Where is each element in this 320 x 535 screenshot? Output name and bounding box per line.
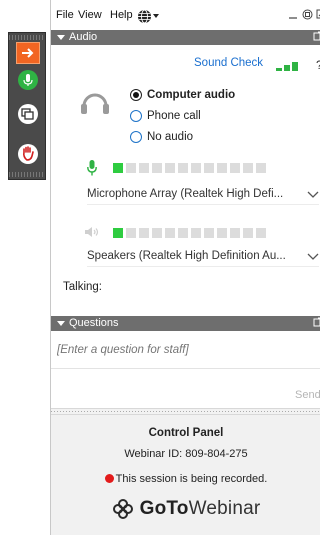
raise-hand-icon [18,144,38,164]
arrow-right-icon [22,48,34,58]
gotowebinar-flower-icon [112,499,133,519]
meter-segment [256,228,266,238]
minimize-button[interactable] [287,8,299,20]
chevron-down-icon [307,253,319,260]
audio-help-button[interactable]: ? [316,58,320,72]
language-menu-button[interactable] [137,8,163,24]
meter-segment [126,228,136,238]
meter-segment [191,163,201,173]
screen-share-icon [18,104,38,124]
globe-icon [138,9,151,23]
brand-goto: GoTo [139,498,189,519]
raise-hand-button[interactable] [16,143,40,165]
meter-segment [217,163,227,173]
collapse-triangle-icon [57,35,65,40]
divider [51,368,320,369]
radio-button[interactable] [130,89,142,101]
microphone-level-meter [113,163,269,173]
question-input[interactable] [57,341,315,359]
expand-icon [316,9,320,19]
menu-view[interactable]: View [78,9,102,21]
talking-label: Talking: [63,281,102,293]
maximize-button[interactable] [315,8,320,20]
popout-icon[interactable] [313,317,320,327]
radio-label: No audio [147,131,194,143]
brand-wordmark: GoToWebinar [140,498,261,520]
recording-dot-icon [104,474,114,483]
chevron-down-icon [307,191,319,198]
radio-no-audio[interactable]: No audio [130,129,193,145]
signal-strength-icon [276,62,298,71]
chevron-down-icon [153,14,159,18]
meter-segment [113,228,123,238]
meter-segment [204,228,214,238]
webinar-id: Webinar ID: 809-804-275 [124,448,248,460]
meter-segment [191,228,201,238]
brand-webinar: Webinar [188,498,261,519]
meter-segment [139,163,149,173]
meter-segment [256,163,266,173]
panel-resize-handle[interactable] [51,408,320,415]
meter-segment [152,228,162,238]
toolbar-grip-top[interactable] [9,35,45,40]
meter-segment [178,163,188,173]
recording-text: This session is being recorded. [115,473,268,485]
meter-segment [243,228,253,238]
send-button[interactable]: Send [295,389,320,401]
control-panel: File View Help Audio Sound Check Compute… [50,0,320,535]
meter-segment [178,228,188,238]
questions-section-title: Questions [69,317,119,329]
speaker-level-meter [113,228,269,238]
toolbar-grip-bottom[interactable] [9,172,45,177]
floating-toolbar[interactable] [8,32,46,180]
minimize-icon [289,17,297,19]
microphone-icon [87,160,97,176]
menu-bar: File View Help [51,0,320,30]
radio-phone-call[interactable]: Phone call [130,108,201,124]
meter-segment [126,163,136,173]
menu-file[interactable]: File [56,9,74,21]
audio-section-header[interactable]: Audio [51,30,320,45]
sound-check-link[interactable]: Sound Check [194,57,263,69]
panel-title: Control Panel [148,427,224,439]
meter-segment [139,228,149,238]
radio-button[interactable] [130,110,142,122]
microphone-select-value: Microphone Array (Realtek High Defi... [87,188,284,200]
popout-icon [302,9,312,19]
meter-segment [113,163,123,173]
screen-share-button[interactable] [16,103,40,125]
speaker-icon [85,227,99,237]
microphone-icon [18,70,38,90]
radio-label: Phone call [147,110,201,122]
radio-label: Computer audio [147,89,236,101]
meter-segment [230,163,240,173]
meter-segment [152,163,162,173]
radio-computer-audio[interactable]: Computer audio [130,87,235,103]
meter-segment [230,228,240,238]
speaker-select-value: Speakers (Realtek High Definition Au... [87,250,286,262]
popout-icon[interactable] [313,31,320,41]
menu-help[interactable]: Help [110,9,133,21]
meter-segment [165,163,175,173]
panel-footer: Control Panel Webinar ID: 809-804-275 Th… [51,415,320,535]
speaker-select[interactable]: Speakers (Realtek High Definition Au... [87,246,319,267]
collapse-panel-button[interactable] [16,42,40,64]
questions-section-header[interactable]: Questions [51,316,320,331]
audio-section-title: Audio [69,31,98,43]
popout-panel-button[interactable] [301,8,313,20]
meter-segment [165,228,175,238]
recording-notice: This session is being recorded. [51,473,320,485]
radio-button[interactable] [130,131,142,143]
meter-segment [217,228,227,238]
meter-segment [204,163,214,173]
meter-segment [243,163,253,173]
collapse-triangle-icon [57,321,65,326]
gotowebinar-logo: GoToWebinar [51,498,320,520]
headset-icon [81,93,109,114]
mute-button[interactable] [16,69,40,91]
microphone-select[interactable]: Microphone Array (Realtek High Defi... [87,184,319,205]
